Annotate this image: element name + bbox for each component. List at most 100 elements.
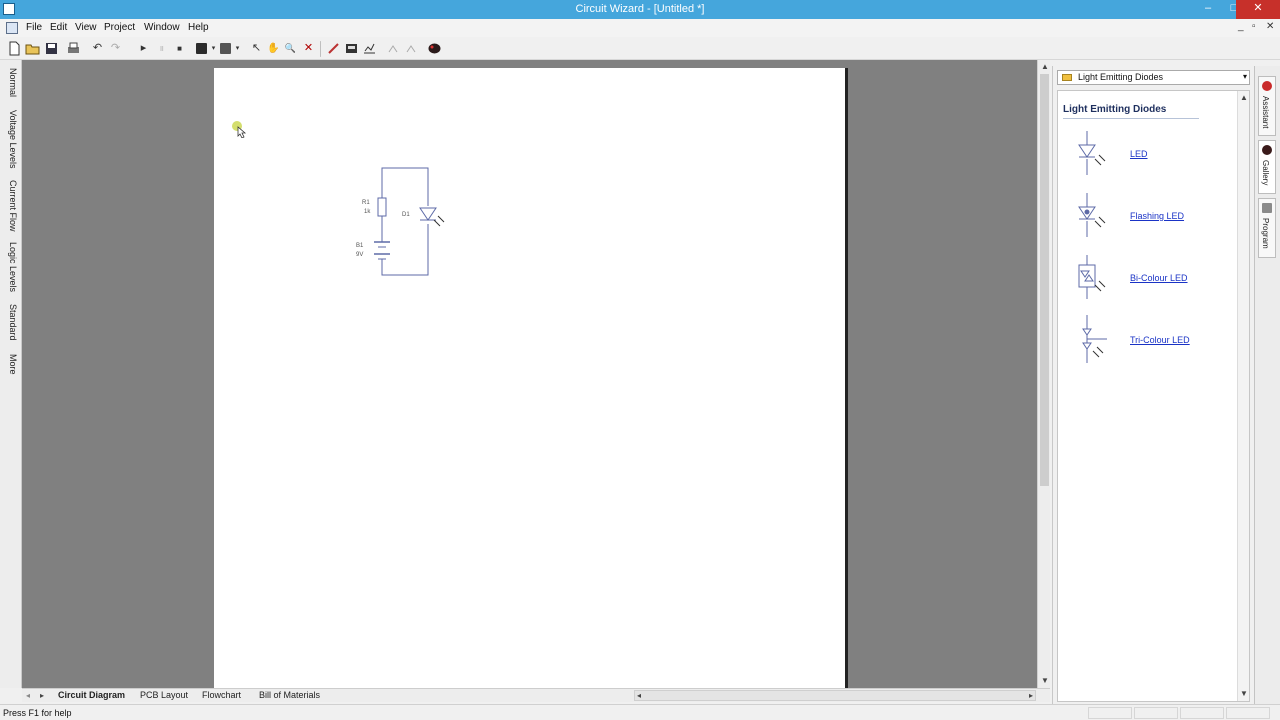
- status-cell: [1134, 707, 1178, 719]
- toolbar: ↶ ↷ ▸ ॥ ■ ▾ ▾ ↖ ✋ 🔍 ✕: [0, 38, 1280, 60]
- meter-icon[interactable]: [344, 41, 359, 56]
- tab-more[interactable]: More: [4, 354, 18, 375]
- document-icon[interactable]: [6, 22, 18, 34]
- gallery-list: Light Emitting Diodes LED Flashing LED B…: [1057, 90, 1250, 702]
- delete-icon[interactable]: ✕: [301, 41, 316, 56]
- b1-label: B1: [356, 243, 364, 249]
- status-cell: [1226, 707, 1270, 719]
- scroll-up-icon[interactable]: ▲: [1041, 62, 1049, 71]
- title-bar: Circuit Wizard - [Untitled *] – □ ✕: [0, 0, 1280, 19]
- gallery-item-flashing-led[interactable]: Flashing LED: [1130, 211, 1184, 221]
- probe-icon[interactable]: [326, 41, 341, 56]
- tab-bill-of-materials[interactable]: Bill of Materials: [259, 690, 320, 700]
- status-cell: [1088, 707, 1132, 719]
- rotate-left-icon[interactable]: [386, 41, 401, 56]
- b1-value: 9V: [356, 252, 363, 258]
- tab-flowchart[interactable]: Flowchart: [202, 690, 241, 700]
- redo-icon[interactable]: ↷: [108, 41, 123, 56]
- gallery-item-led[interactable]: LED: [1130, 149, 1148, 159]
- pointer-icon[interactable]: ↖: [249, 41, 264, 56]
- tab-pcb-layout[interactable]: PCB Layout: [140, 690, 188, 700]
- open-folder-icon[interactable]: [25, 41, 40, 56]
- scroll-right-icon[interactable]: ▸: [1029, 691, 1033, 700]
- tab-standard[interactable]: Standard: [4, 304, 18, 341]
- scrollbar-thumb[interactable]: [1040, 74, 1049, 486]
- led-circuit[interactable]: R1 1k B1 9V D1: [354, 158, 464, 288]
- print-icon[interactable]: [66, 41, 81, 56]
- pause-icon[interactable]: ॥: [154, 41, 169, 56]
- tab-current-flow[interactable]: Current Flow: [4, 180, 18, 232]
- mdi-restore-button[interactable]: ▫: [1252, 21, 1256, 32]
- scroll-down-icon[interactable]: ▼: [1240, 689, 1248, 698]
- tab-program-label: Program: [1261, 218, 1270, 249]
- menu-edit[interactable]: Edit: [50, 22, 67, 33]
- mdi-close-button[interactable]: ✕: [1266, 21, 1274, 32]
- scroll-down-icon[interactable]: ▼: [1041, 676, 1049, 685]
- rotate-right-icon[interactable]: [404, 41, 419, 56]
- r1-label: R1: [362, 200, 370, 206]
- assistant-icon: [1262, 81, 1272, 91]
- document-tabs: ◂ ▸ Circuit Diagram PCB Layout Flowchart…: [22, 688, 1050, 702]
- gallery-icon: [1262, 145, 1272, 155]
- gallery-heading: Light Emitting Diodes: [1063, 104, 1167, 115]
- resistor-r1[interactable]: [377, 197, 387, 217]
- tab-assistant-label: Assistant: [1261, 96, 1270, 129]
- scroll-up-icon[interactable]: ▲: [1240, 93, 1248, 102]
- scroll-left-icon[interactable]: ◂: [637, 691, 641, 700]
- minimize-button[interactable]: –: [1195, 0, 1221, 19]
- tab-voltage-levels[interactable]: Voltage Levels: [4, 110, 18, 169]
- close-button[interactable]: ✕: [1236, 0, 1280, 19]
- save-icon[interactable]: [44, 41, 59, 56]
- menu-window[interactable]: Window: [144, 22, 180, 33]
- workspace[interactable]: R1 1k B1 9V D1: [22, 60, 1037, 688]
- graph-icon[interactable]: [362, 41, 377, 56]
- gallery-scrollbar[interactable]: ▲ ▼: [1237, 91, 1249, 701]
- wizard-icon[interactable]: [427, 41, 442, 56]
- undo-icon[interactable]: ↶: [90, 41, 105, 56]
- tab-logic-levels[interactable]: Logic Levels: [4, 242, 18, 292]
- tab-scroll-left-icon[interactable]: ◂: [26, 691, 30, 700]
- horizontal-scrollbar[interactable]: ◂ ▸: [634, 690, 1036, 701]
- flashing-led-icon[interactable]: [1075, 189, 1109, 243]
- fill-dropdown-icon[interactable]: ▾: [206, 41, 221, 56]
- vertical-scrollbar[interactable]: ▲ ▼: [1037, 60, 1050, 688]
- led-d1[interactable]: [419, 207, 437, 221]
- hand-icon[interactable]: ✋: [266, 41, 281, 56]
- chevron-down-icon[interactable]: ▾: [1243, 72, 1247, 81]
- gallery-category-value: Light Emitting Diodes: [1078, 72, 1164, 82]
- tab-scroll-right-icon[interactable]: ▸: [40, 691, 44, 700]
- heading-divider: [1063, 118, 1199, 119]
- status-text: Press F1 for help: [3, 708, 72, 718]
- gallery-item-tri-colour-led[interactable]: Tri-Colour LED: [1130, 335, 1190, 345]
- gallery-category-select[interactable]: Light Emitting Diodes ▾: [1057, 70, 1250, 85]
- gallery-item-bi-colour-led[interactable]: Bi-Colour LED: [1130, 273, 1188, 283]
- new-file-icon[interactable]: [7, 41, 22, 56]
- bi-colour-led-icon[interactable]: [1075, 251, 1109, 305]
- menu-file[interactable]: File: [26, 22, 42, 33]
- r1-value: 1k: [364, 209, 371, 215]
- view-mode-tabs: Normal Voltage Levels Current Flow Logic…: [0, 60, 22, 688]
- menu-project[interactable]: Project: [104, 22, 135, 33]
- program-icon: [1262, 203, 1272, 213]
- tri-colour-led-icon[interactable]: [1075, 313, 1109, 367]
- menu-help[interactable]: Help: [188, 22, 209, 33]
- line-dropdown-icon[interactable]: ▾: [230, 41, 245, 56]
- menu-view[interactable]: View: [75, 22, 97, 33]
- tab-normal[interactable]: Normal: [4, 68, 18, 97]
- led-icon[interactable]: [1075, 127, 1109, 181]
- gallery-panel: Light Emitting Diodes ▾ Light Emitting D…: [1052, 66, 1252, 704]
- zoom-icon[interactable]: 🔍: [283, 41, 298, 56]
- d1-label: D1: [402, 212, 410, 218]
- folder-icon: [1062, 74, 1072, 81]
- tab-gallery[interactable]: Gallery: [1258, 140, 1276, 194]
- tab-circuit-diagram[interactable]: Circuit Diagram: [58, 690, 125, 700]
- tab-program[interactable]: Program: [1258, 198, 1276, 258]
- status-bar: Press F1 for help: [0, 704, 1280, 720]
- tab-assistant[interactable]: Assistant: [1258, 76, 1276, 136]
- tab-gallery-label: Gallery: [1261, 160, 1270, 186]
- circuit-canvas[interactable]: R1 1k B1 9V D1: [214, 68, 848, 688]
- stop-icon[interactable]: ■: [172, 41, 187, 56]
- toolbar-separator: [320, 41, 321, 57]
- play-icon[interactable]: ▸: [136, 41, 151, 56]
- mdi-minimize-button[interactable]: _: [1238, 21, 1244, 32]
